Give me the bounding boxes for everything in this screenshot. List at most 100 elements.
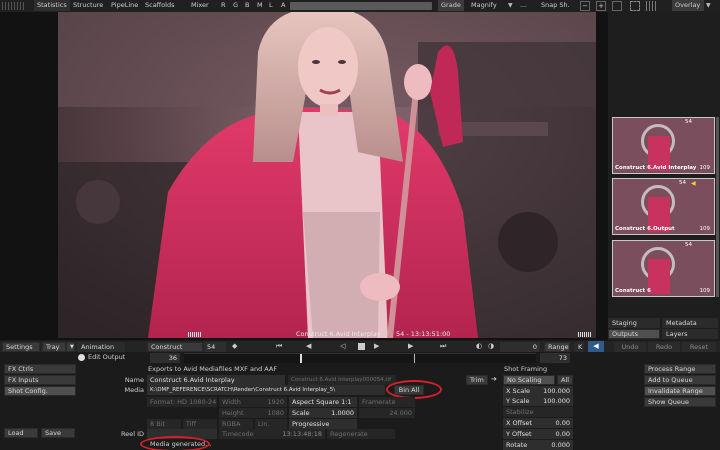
width-label: Width [222,398,241,406]
stop-icon[interactable] [358,343,365,350]
channel-g[interactable]: G [230,0,241,11]
rotate-label: Rotate [506,441,528,449]
dropdown-arrow-icon[interactable]: ▼ [508,2,516,10]
snapshot-button[interactable]: Snap Sh. [538,0,573,11]
rgba-field: RGBA [219,419,253,429]
timeline-track[interactable] [184,353,536,363]
tab-statistics[interactable]: Statistics [34,0,70,11]
tiff-field: Tiff [183,419,217,429]
invalidate-range-button[interactable]: Invalidate Range [644,386,716,396]
channel-m[interactable]: M [254,0,266,11]
frame-field[interactable]: 54 [204,342,226,352]
minus-icon[interactable]: − [580,1,590,11]
magnify-button[interactable]: Magnify [468,0,500,11]
mixer-slider[interactable] [290,2,432,10]
x-offset-field[interactable]: X Offset 0.00 [503,418,573,428]
channel-r[interactable]: R [218,0,229,11]
name-label: Name [124,376,144,384]
range-button[interactable]: Range [544,342,570,352]
shot-config-button[interactable]: Shot Config. [4,386,76,396]
plus-icon[interactable]: + [596,1,606,11]
go-end-icon[interactable]: ⏭ [440,342,446,351]
fx-inputs-button[interactable]: FX Inputs [4,375,76,385]
y-scale-field[interactable]: Y Scale 100.000 [503,396,573,406]
tab-staging[interactable]: Staging [608,318,660,328]
loop-icon[interactable]: ◐ [476,342,482,350]
play-back-icon[interactable]: ◁ [340,342,345,350]
channel-b[interactable]: B [242,0,252,11]
load-button[interactable]: Load [4,428,38,438]
format-field: Format: HD 1080-24 [147,397,217,407]
settings-button[interactable]: Settings [2,342,40,352]
overlay-button[interactable]: Overlay [672,0,704,11]
tray-dropdown-icon[interactable]: ▼ [66,342,75,352]
save-button[interactable]: Save [41,428,75,438]
all-button[interactable]: All [557,375,573,385]
x-scale-value: 100.000 [543,387,570,395]
tab-metadata[interactable]: Metadata [662,318,718,328]
thumbnail-item[interactable]: 54 ◀ 109 Construct 6.Output [612,178,715,235]
k-button[interactable]: K [574,342,584,352]
thumbnail-scrollbar[interactable] [716,117,719,297]
go-start-icon[interactable]: ⏮ [276,342,282,351]
viewer-image[interactable] [58,12,596,338]
channel-a[interactable]: A [278,0,288,11]
range-start-field[interactable]: 36 [150,353,180,363]
media-path-input[interactable]: K:\DMF_REFERENCE\SCRATCH\Render\Construc… [147,385,385,395]
add-to-queue-button[interactable]: Add to Queue [644,375,716,385]
construct-button[interactable]: Construct [147,342,203,352]
tab-pipeline[interactable]: PipeLine [108,0,141,11]
timeline-start-marker[interactable] [300,354,302,363]
thumbnail-item[interactable]: 54 109 Construct 6.Avid Interplay [612,117,715,174]
keyframe-icon[interactable]: ◆ [232,342,237,350]
y-offset-field[interactable]: Y Offset 0.00 [503,429,573,439]
fx-ctrls-button[interactable]: FX Ctrls [4,364,76,374]
tab-layers[interactable]: Layers [662,329,718,339]
range-end-value: 73 [558,354,567,362]
frame-value: 54 [207,343,216,351]
step-forward-icon[interactable]: ▶ [408,342,413,350]
name-input[interactable]: Construct 6.Avid Interplay [147,375,285,385]
audio-icon[interactable]: ◀ [588,341,604,352]
step-back-icon[interactable]: ◀ [306,342,311,350]
grade-button[interactable]: Grade [438,0,464,11]
fullscreen-icon[interactable] [630,1,640,11]
range-end-field[interactable]: 73 [540,353,570,363]
trim-button[interactable]: Trim [466,375,488,385]
tab-outputs[interactable]: Outputs [608,329,660,339]
x-scale-label: X Scale [506,387,531,395]
reset-button[interactable]: Reset [682,342,716,352]
show-queue-button[interactable]: Show Queue [644,397,716,407]
thumbnail-title: Construct 6.Avid Interplay [615,165,697,171]
thumbnail-title: Construct 6 [615,288,651,294]
tray-button[interactable]: Tray [42,342,66,352]
height-label: Height [222,409,244,417]
animation-button[interactable]: Animation [77,342,125,352]
loop-end-icon[interactable]: ◑ [488,342,494,350]
redo-button[interactable]: Redo [648,342,680,352]
thumbnail-item[interactable]: 54 109 Construct 6 [612,240,715,297]
timeline-playhead[interactable] [414,354,415,363]
viewer-bar-marker-right [578,332,592,337]
overlay-dropdown-icon[interactable]: ▼ [706,2,714,10]
x-scale-field[interactable]: X Scale 100.000 [503,386,573,396]
channel-l[interactable]: L [266,0,276,11]
tab-scaffolds[interactable]: Scaffolds [142,0,177,11]
undo-button[interactable]: Undo [614,342,646,352]
scale-field[interactable]: Scale 1.0000 [289,408,357,418]
aspect-field[interactable]: Aspect Square 1:1 [289,397,357,407]
tab-structure[interactable]: Structure [70,0,106,11]
divider-icon: — [520,2,527,10]
process-range-button[interactable]: Process Range [644,364,716,374]
stabilize-button[interactable]: Stabilize [503,407,573,417]
grid-icon[interactable] [646,1,656,11]
name-file-field: Construct 6.Avid Interplay000054.tif [288,375,396,385]
rotate-field[interactable]: Rotate 0.000 [503,440,573,450]
edit-output-radio[interactable] [78,354,85,361]
progressive-field[interactable]: Progressive [289,419,357,429]
regenerate-button[interactable]: Regenerate [327,429,395,439]
play-icon[interactable]: ▶ [374,342,379,350]
no-scaling-dropdown[interactable]: No Scaling [503,375,555,385]
fit-icon[interactable] [612,1,622,11]
zero-field[interactable]: 0 [500,342,540,352]
